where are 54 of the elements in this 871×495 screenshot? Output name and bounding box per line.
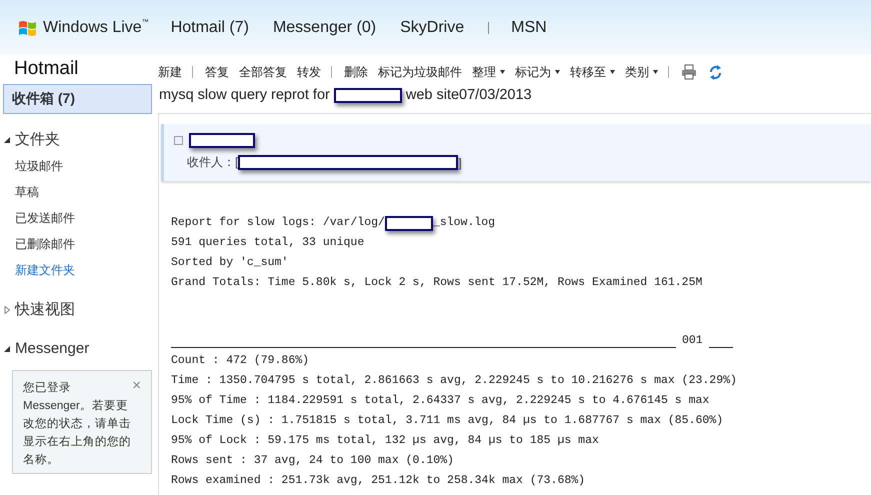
- body-text: 591 queries total, 33 unique: [171, 235, 364, 251]
- recipient-bracket: ]: [458, 156, 462, 170]
- body-text: Report for slow logs: /var/log/: [171, 215, 385, 231]
- nav-link[interactable]: SkyDrive: [400, 18, 464, 36]
- collapse-triangle-icon[interactable]: [3, 344, 11, 352]
- folder-item[interactable]: 已删除邮件: [3, 232, 152, 258]
- body-text: 95% of Lock : 59.175 ms total, 132 µs avg, 84 µs to 185 µs max: [171, 433, 599, 449]
- body-text: Time : 1350.704795 s total, 2.861663 s avg, 2.229245 s to 10.216276 s max (23.29%): [171, 373, 737, 389]
- body-text: _slow.log: [432, 215, 496, 231]
- inbox-folder[interactable]: 收件箱 (7): [3, 84, 152, 114]
- folder-item[interactable]: 草稿: [3, 180, 152, 206]
- body-text: Count : 472 (79.86%): [171, 353, 310, 369]
- toolbar-button[interactable]: 标记为: [515, 64, 560, 80]
- toolbar-button[interactable]: 新建: [158, 64, 182, 80]
- caret-icon: [653, 68, 658, 76]
- body-text: Rows examined : 251.73k avg, 251.12k to 258.34k max (73.68%): [171, 473, 586, 489]
- collapse-triangle-icon[interactable]: [3, 136, 11, 144]
- folder-item[interactable]: 垃圾邮件: [3, 154, 152, 180]
- caret-icon: [500, 68, 505, 76]
- notice-text: 您已登录 Messenger。若要更改您的状态，请单击显示在右上角的您的名称。: [23, 382, 131, 466]
- toolbar-button[interactable]: 答复: [205, 64, 229, 80]
- toolbar-button[interactable]: 整理: [472, 64, 505, 80]
- toolbar-button[interactable]: 转移至: [570, 64, 615, 80]
- body-text: Rows sent : 37 avg, 24 to 100 max (0.10%): [171, 453, 454, 469]
- nav-link[interactable]: Messenger (0): [272, 18, 376, 36]
- nav-link[interactable]: Hotmail (7): [170, 18, 249, 36]
- section-heading[interactable]: 快速视图: [15, 300, 75, 319]
- app-title: Hotmail: [14, 58, 80, 80]
- caret-icon: [555, 68, 560, 76]
- caret-icon: [610, 68, 615, 76]
- body-text: Grand Totals: Time 5.80k s, Lock 2 s, Rows sent 17.52M, Rows Examined 161.25M: [171, 275, 702, 291]
- new-folder-link[interactable]: 新建文件夹: [3, 258, 152, 284]
- message-subject: web site07/03/2013: [406, 87, 532, 103]
- message-subject: mysq slow query reprot for: [159, 87, 330, 103]
- toolbar-button[interactable]: 全部答复: [239, 64, 287, 80]
- recipient-label: 收件人：[: [187, 154, 238, 171]
- section-number: 001: [682, 333, 703, 349]
- print-icon[interactable]: [681, 64, 697, 80]
- folder-item[interactable]: 已发送邮件: [3, 206, 152, 232]
- section-heading[interactable]: Messenger: [15, 340, 90, 357]
- toolbar-button[interactable]: 转发: [297, 64, 321, 80]
- toolbar-button[interactable]: 标记为垃圾邮件: [378, 64, 462, 80]
- redaction-mark: [384, 216, 433, 230]
- nav-link[interactable]: MSN: [511, 18, 547, 36]
- body-text: Lock Time (s) : 1.751815 s total, 3.711 ms avg, 84 µs to 1.687767 s max (85.60%): [171, 413, 724, 429]
- body-text: 95% of Time : 1184.229591 s total, 2.64337 s avg, 2.229245 s to 4.676145 s max: [171, 393, 710, 409]
- body-text: Sorted by 'c_sum': [171, 255, 288, 271]
- section-heading[interactable]: 文件夹: [15, 130, 60, 149]
- refresh-icon[interactable]: [709, 64, 722, 80]
- expand-triangle-icon[interactable]: [3, 306, 11, 314]
- toolbar-button[interactable]: 类别: [625, 64, 658, 80]
- redaction-mark: [334, 88, 402, 102]
- toolbar-button[interactable]: 删除: [344, 64, 368, 80]
- redaction-mark: [189, 133, 255, 148]
